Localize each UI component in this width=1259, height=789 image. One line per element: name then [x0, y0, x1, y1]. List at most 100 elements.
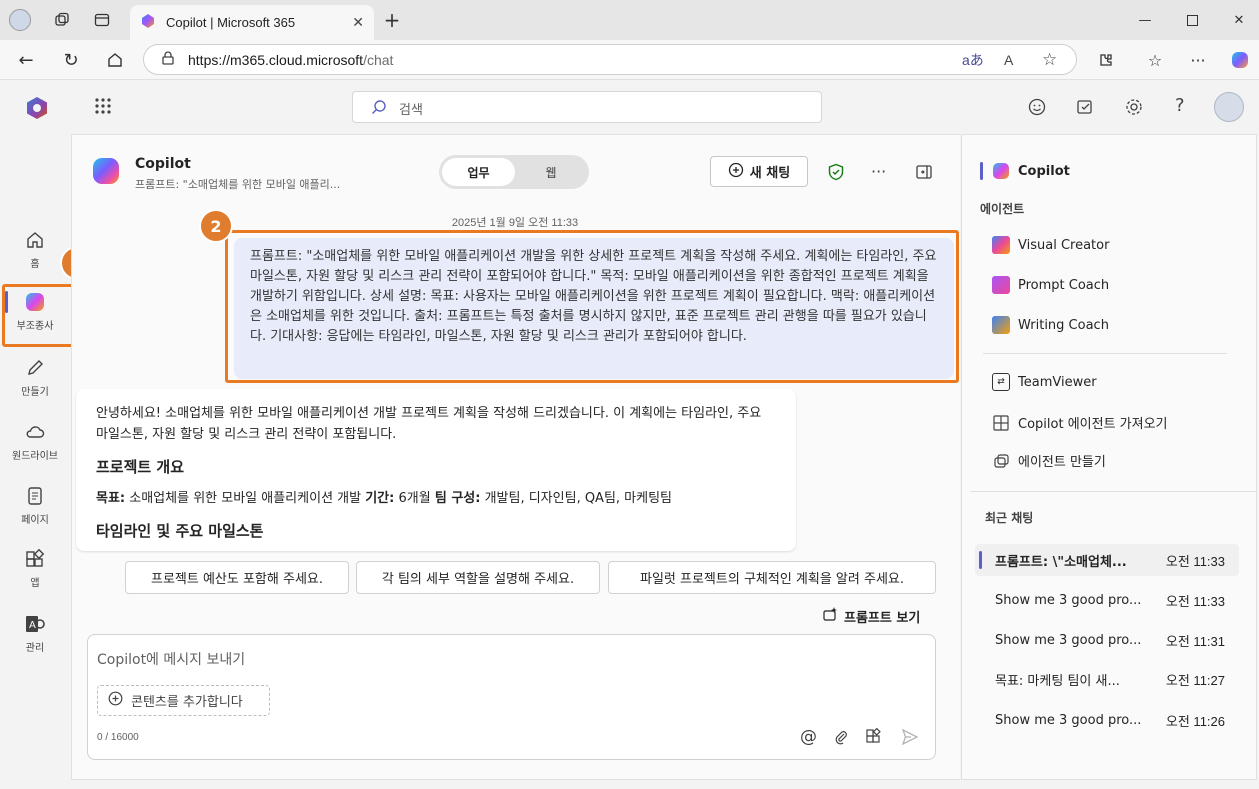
recent-chat-row[interactable]: Show me 3 good pro... 오전 11:31 [975, 624, 1239, 656]
composer-placeholder: Copilot에 메시지 보내기 [97, 652, 246, 668]
admin-icon: A [26, 616, 45, 632]
recent-chat-row[interactable]: 프롬프트: \"소매업체... 오전 11:33 [975, 544, 1239, 576]
recent-chats-label: 최근 채팅 [985, 511, 1034, 525]
home-icon[interactable] [101, 46, 129, 74]
new-tab-icon[interactable]: + [378, 6, 406, 34]
copilot-favicon-icon [140, 13, 156, 33]
agent-teamviewer-label: TeamViewer [1018, 374, 1097, 390]
favorite-star-icon[interactable]: ☆ [1042, 50, 1057, 70]
rail-create[interactable]: 만들기 [0, 357, 70, 398]
team-text: 개발팀, 디자인팀, QA팀, 마케팅팀 [484, 491, 673, 506]
tasks-icon[interactable] [1075, 97, 1095, 121]
collapse-pane-icon[interactable] [915, 163, 933, 185]
pencil-icon [28, 360, 43, 375]
minimize-icon[interactable]: — [1131, 6, 1159, 34]
response-heading-overview: 프로젝트 개요 [96, 458, 185, 476]
rail-apps-label: 앱 [30, 578, 40, 589]
rail-admin[interactable]: A 관리 [0, 613, 70, 654]
left-rail: 홈 부조종사 만들기 원드라이브 페이지 앱 A 관리 [0, 81, 70, 789]
cloud-icon [26, 426, 45, 438]
apps-plugin-icon[interactable] [865, 727, 882, 749]
attach-icon[interactable] [833, 729, 849, 749]
settings-gear-icon[interactable] [1124, 97, 1144, 121]
period-label: 기간: [365, 491, 395, 506]
recent-chat-row[interactable]: 목표: 마케팅 팀이 새... 오전 11:27 [975, 663, 1239, 695]
prompt-view-button[interactable]: 프롬프트 보기 [822, 606, 920, 626]
new-chat-button[interactable]: 새 채팅 [710, 156, 808, 187]
user-avatar[interactable] [1214, 92, 1244, 122]
work-web-toggle: 업무 웹 [439, 155, 589, 189]
add-content-label: 콘텐츠를 추가합니다 [131, 695, 243, 710]
refresh-icon[interactable]: ↻ [57, 46, 85, 74]
mention-icon[interactable]: @ [800, 727, 817, 747]
recent-chat-row[interactable]: Show me 3 good pro... 오전 11:26 [975, 704, 1239, 736]
app-launcher-icon[interactable] [93, 96, 113, 120]
toggle-work[interactable]: 업무 [442, 158, 515, 186]
close-window-icon[interactable]: ✕ [1225, 6, 1253, 34]
suggestion-chip-2[interactable]: 각 팀의 세부 역할을 설명해 주세요. [356, 561, 600, 594]
help-icon[interactable]: ? [1175, 95, 1185, 116]
create-agent-link[interactable]: 에이전트 만들기 [992, 451, 1106, 470]
global-search[interactable]: 검색 [352, 91, 822, 123]
workspaces-icon[interactable] [48, 6, 76, 34]
translate-icon[interactable]: aあ [962, 50, 984, 70]
url-bar[interactable]: https://m365.cloud.microsoft/chat aあ A ☆ [143, 44, 1077, 75]
maximize-icon[interactable] [1178, 6, 1206, 34]
right-copilot-label: Copilot [1018, 163, 1070, 179]
profile-avatar[interactable] [6, 6, 34, 34]
prompt-coach-icon [992, 276, 1010, 294]
rail-apps[interactable]: 앱 [0, 548, 70, 589]
more-options-icon[interactable]: ··· [1184, 46, 1212, 74]
rail-onedrive[interactable]: 원드라이브 [0, 421, 70, 462]
copilot-logo-icon [90, 155, 122, 191]
feedback-smile-icon[interactable] [1027, 97, 1047, 121]
suggestion-chip-3[interactable]: 파일럿 프로젝트의 구체적인 계획을 알려 주세요. [608, 561, 936, 594]
agent-teamviewer[interactable]: ⇄ TeamViewer [992, 373, 1097, 391]
new-chat-icon [728, 162, 744, 182]
tab-title: Copilot | Microsoft 365 [166, 15, 296, 30]
active-tab[interactable]: Copilot | Microsoft 365 ✕ [130, 5, 374, 40]
favorites-icon[interactable]: ☆ [1141, 46, 1169, 74]
chat-timestamp: 2025년 1월 9일 오전 11:33 [451, 217, 579, 229]
recent-chat-time: 오전 11:33 [1165, 553, 1225, 569]
suggestion-chip-1[interactable]: 프로젝트 예산도 포함해 주세요. [125, 561, 349, 594]
agents-section-label: 에이전트 [980, 202, 1025, 216]
agent-visual-creator[interactable]: Visual Creator [992, 236, 1109, 254]
chat-more-icon[interactable]: ··· [871, 162, 886, 181]
extensions-icon[interactable] [1092, 46, 1120, 74]
highlight-user-message [225, 230, 959, 383]
chat-subtitle: 프롬프트: "소매업체를 위한 모바일 애플리... [135, 178, 341, 191]
agent-writing-coach[interactable]: Writing Coach [992, 316, 1109, 334]
create-agent-label: 에이전트 만들기 [1018, 455, 1106, 470]
writing-coach-icon [992, 316, 1010, 334]
agent-prompt-coach[interactable]: Prompt Coach [992, 276, 1109, 294]
recent-chat-row[interactable]: Show me 3 good pro... 오전 11:33 [975, 584, 1239, 616]
message-composer[interactable]: Copilot에 메시지 보내기 콘텐츠를 추가합니다 0 / 16000 @ [87, 634, 936, 760]
apps-icon [26, 548, 45, 567]
rail-create-label: 만들기 [21, 387, 49, 398]
right-copilot-item[interactable]: Copilot [992, 162, 1070, 180]
close-tab-icon[interactable]: ✕ [352, 15, 364, 31]
search-placeholder: 검색 [399, 103, 423, 118]
toggle-web[interactable]: 웹 [517, 158, 585, 186]
read-aloud-icon[interactable]: A [1004, 52, 1013, 68]
m365-logo-icon[interactable] [24, 95, 50, 125]
tab-actions-icon[interactable] [88, 6, 116, 34]
protection-shield-icon[interactable] [827, 163, 845, 185]
recent-chat-time: 오전 11:31 [1165, 633, 1225, 649]
copilot-sidebar-icon[interactable] [1226, 46, 1254, 74]
get-agents-link[interactable]: Copilot 에이전트 가져오기 [992, 413, 1168, 432]
add-content-button[interactable]: 콘텐츠를 추가합니다 [97, 685, 270, 716]
recent-chat-title: 프롬프트: \"소매업체... [995, 554, 1127, 570]
rail-admin-label: 관리 [25, 643, 45, 654]
send-icon[interactable] [901, 728, 919, 750]
agent-writing-coach-label: Writing Coach [1018, 317, 1109, 333]
highlight-copilot-rail [2, 284, 74, 347]
goal-text: 소매업체를 위한 모바일 애플리케이션 개발 [129, 491, 362, 506]
recent-active-indicator [979, 551, 982, 569]
rail-home-label: 홈 [30, 259, 40, 270]
copilot-response: 안녕하세요! 소매업체를 위한 모바일 애플리케이션 개발 프로젝트 계획을 작… [76, 389, 796, 551]
rail-pages[interactable]: 페이지 [0, 485, 70, 526]
back-icon[interactable]: ← [12, 46, 40, 74]
address-toolbar: ← ↻ https://m365.cloud.microsoft/chat aあ… [0, 40, 1259, 80]
